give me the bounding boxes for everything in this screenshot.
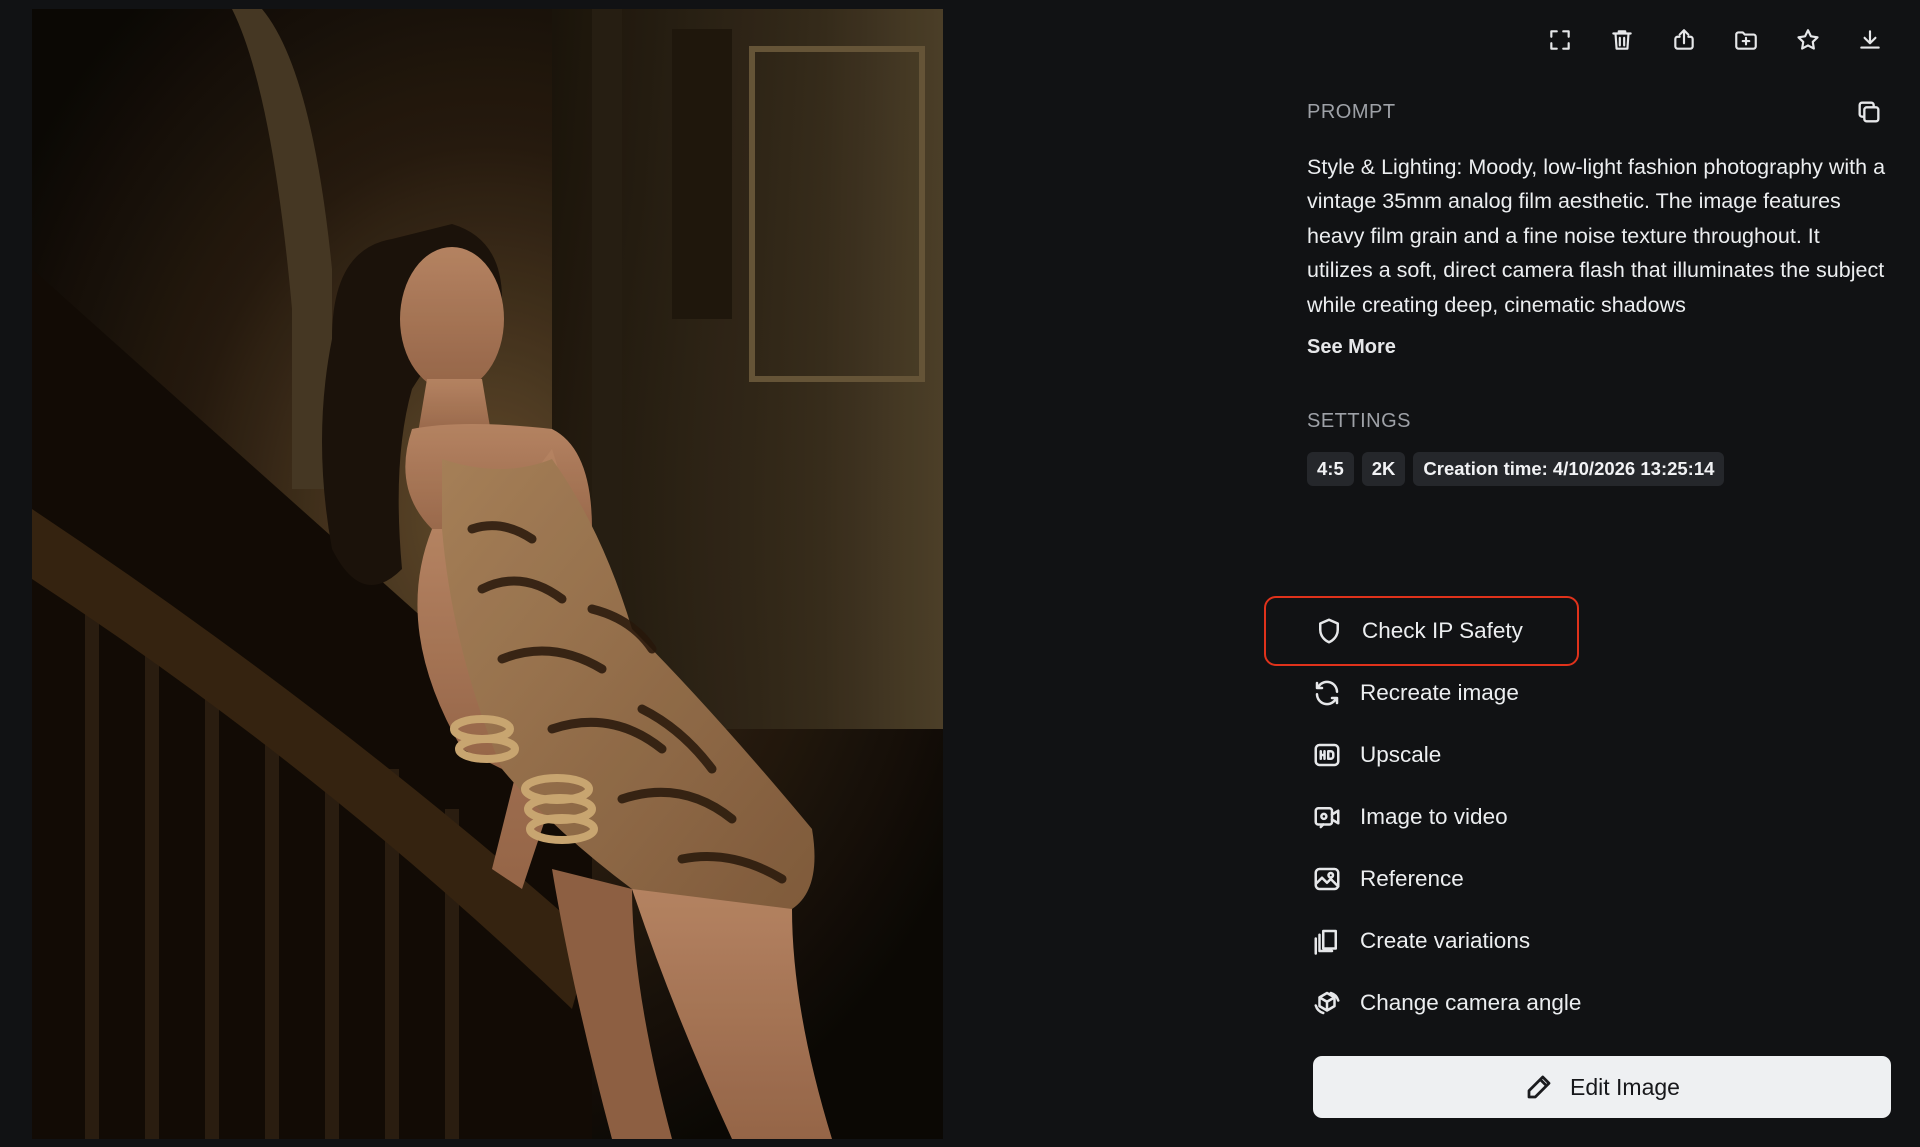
prompt-text: Style & Lighting: Moody, low-light fashi… bbox=[1307, 155, 1886, 317]
generated-image[interactable] bbox=[32, 9, 943, 1139]
action-label: Image to video bbox=[1360, 804, 1508, 829]
pencil-icon bbox=[1527, 1075, 1551, 1099]
upscale-button[interactable]: Upscale bbox=[1264, 720, 1579, 790]
favorite-button[interactable] bbox=[1788, 20, 1828, 60]
image-toolbar bbox=[1540, 20, 1890, 60]
reference-button[interactable]: Reference bbox=[1264, 844, 1579, 914]
copy-icon bbox=[1858, 101, 1880, 123]
create-variations-button[interactable]: Create variations bbox=[1264, 906, 1579, 976]
hd-icon bbox=[1314, 743, 1340, 767]
action-label: Reference bbox=[1360, 866, 1464, 891]
aspect-ratio-chip: 4:5 bbox=[1307, 452, 1354, 486]
share-button[interactable] bbox=[1664, 20, 1704, 60]
image-canvas bbox=[32, 9, 943, 1139]
see-more-link[interactable]: See More bbox=[1307, 336, 1396, 359]
download-icon bbox=[1860, 30, 1880, 49]
share-icon bbox=[1674, 29, 1694, 50]
settings-title: SETTINGS bbox=[1307, 410, 1412, 432]
settings-chips: 4:5 2K Creation time: 4/10/2026 13:25:14 bbox=[1307, 452, 1725, 486]
action-label: Check IP Safety bbox=[1362, 618, 1523, 643]
star-icon bbox=[1797, 29, 1819, 50]
creation-time-chip: Creation time: 4/10/2026 13:25:14 bbox=[1413, 452, 1725, 486]
edit-image-button[interactable]: Edit Image bbox=[1313, 1056, 1891, 1118]
action-label: Recreate image bbox=[1360, 680, 1519, 705]
edit-image-label: Edit Image bbox=[1570, 1073, 1680, 1100]
image-detail-view: PROMPT Style & Lighting: Moody, low-ligh… bbox=[0, 0, 1920, 1147]
delete-button[interactable] bbox=[1602, 20, 1642, 60]
download-button[interactable] bbox=[1850, 20, 1890, 60]
layers-icon bbox=[1314, 929, 1337, 955]
fullscreen-button[interactable] bbox=[1540, 20, 1580, 60]
refresh-icon bbox=[1315, 680, 1339, 706]
camera-rotate-icon bbox=[1314, 991, 1340, 1015]
action-label: Change camera angle bbox=[1360, 990, 1582, 1015]
prompt-header: PROMPT bbox=[1307, 94, 1887, 130]
copy-prompt-button[interactable] bbox=[1851, 94, 1887, 130]
prompt-title: PROMPT bbox=[1307, 100, 1396, 123]
change-camera-angle-button[interactable]: Change camera angle bbox=[1264, 968, 1582, 1038]
add-to-folder-button[interactable] bbox=[1726, 20, 1766, 60]
resolution-chip: 2K bbox=[1361, 452, 1406, 486]
image-reference-icon bbox=[1314, 867, 1340, 891]
check-ip-safety-button[interactable]: Check IP Safety bbox=[1264, 596, 1579, 666]
add-to-folder-icon bbox=[1735, 31, 1757, 50]
image-to-video-button[interactable]: Image to video bbox=[1264, 782, 1579, 852]
action-label: Create variations bbox=[1360, 928, 1531, 953]
trash-icon bbox=[1612, 30, 1632, 50]
action-label: Upscale bbox=[1360, 742, 1442, 767]
shield-icon bbox=[1319, 618, 1339, 644]
fullscreen-icon bbox=[1550, 30, 1570, 50]
video-icon bbox=[1314, 807, 1340, 829]
recreate-image-button[interactable]: Recreate image bbox=[1264, 658, 1579, 728]
